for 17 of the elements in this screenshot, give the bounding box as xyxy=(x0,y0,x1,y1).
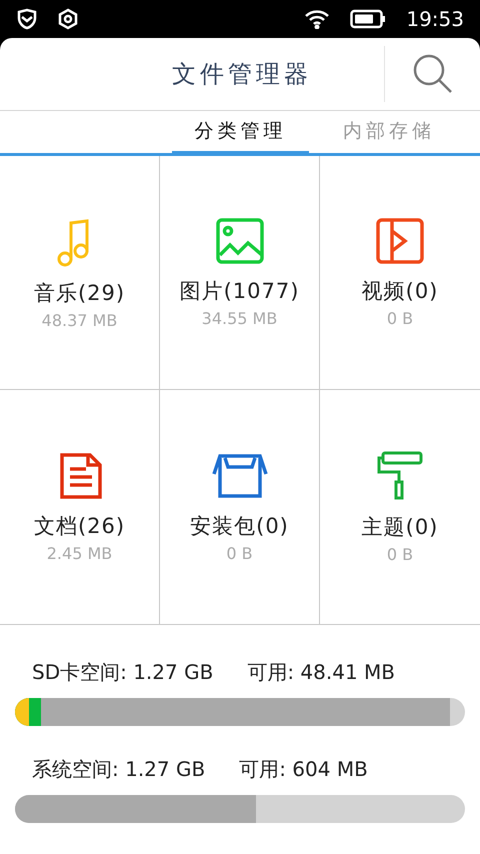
storage-total: SD卡空间: 1.27 GB xyxy=(32,659,214,686)
clock-time: 19:53 xyxy=(406,7,464,31)
category-tile[interactable]: 图片(1077) 34.55 MB xyxy=(160,156,320,390)
search-icon xyxy=(412,53,454,95)
wifi-icon xyxy=(304,9,330,29)
storage-available: 可用: 604 MB xyxy=(239,756,368,783)
storage-available: 可用: 48.41 MB xyxy=(247,659,395,686)
battery-icon xyxy=(350,9,386,29)
play-icon xyxy=(375,217,425,265)
image-icon xyxy=(214,217,264,265)
app-title: 文件管理器 xyxy=(171,59,313,90)
category-tile[interactable]: 音乐(29) 48.37 MB xyxy=(0,156,160,390)
settings-icon xyxy=(58,8,78,30)
box-icon xyxy=(212,452,268,500)
storage-total: 系统空间: 1.27 GB xyxy=(32,756,206,783)
paint-roller-icon xyxy=(377,450,423,500)
shield-icon xyxy=(16,8,38,30)
